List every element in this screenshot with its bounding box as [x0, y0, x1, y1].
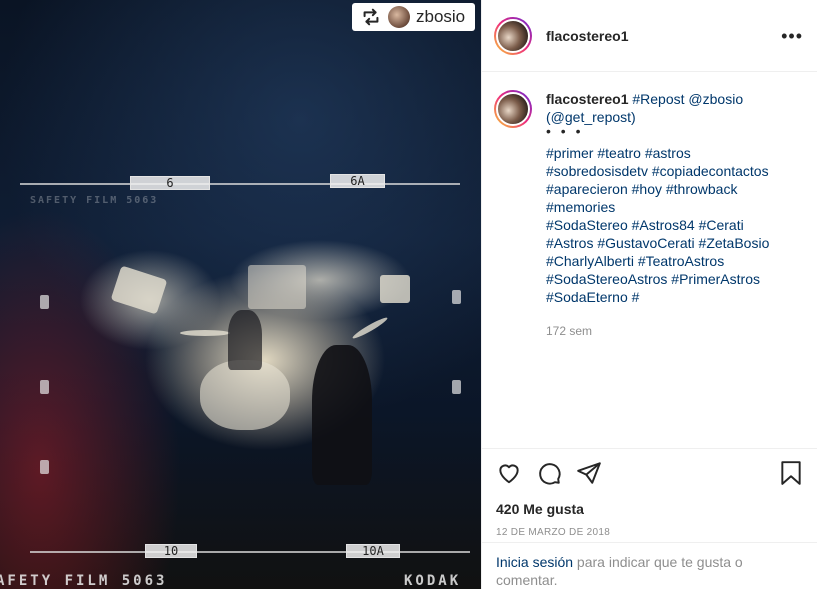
header-username[interactable]: flacostereo1 — [546, 28, 781, 44]
login-prompt: Inicia sesión para indicar que te gusta … — [482, 542, 817, 589]
hashtag-link[interactable]: #SodaStereoAstros — [546, 271, 667, 287]
hashtag-link[interactable]: #primer — [546, 145, 593, 161]
film-sprocket — [452, 380, 461, 394]
caption-username[interactable]: flacostereo1 — [546, 91, 628, 107]
avatar-image — [496, 18, 530, 53]
share-icon[interactable] — [576, 460, 602, 486]
film-line-bottom — [30, 551, 470, 553]
hashtag-link[interactable]: #GustavoCerati — [597, 235, 694, 251]
repost-user-avatar — [388, 6, 410, 28]
bookmark-icon[interactable] — [778, 460, 804, 486]
drum — [200, 360, 290, 430]
film-frame-label: 6 — [130, 176, 210, 190]
film-sprocket — [40, 460, 49, 474]
hashtag-link[interactable]: #throwback — [666, 181, 738, 197]
avatar-image — [496, 92, 530, 126]
film-edge-text: AFETY FILM 5063 — [0, 573, 168, 589]
hashtag-link[interactable]: #SodaStereo — [546, 217, 628, 233]
hashtag-link[interactable]: #Astros84 — [632, 217, 695, 233]
hashtag-link[interactable]: #ZetaBosio — [699, 235, 770, 251]
hashtag-link[interactable]: #hoy — [632, 181, 662, 197]
hashtag-link[interactable]: #Repost — [632, 91, 684, 107]
mention-link[interactable]: @zbosio — [688, 91, 743, 107]
avatar[interactable] — [494, 16, 532, 55]
stage-light — [380, 275, 410, 303]
hashtag-link[interactable]: #PrimerAstros — [671, 271, 760, 287]
repost-username: zbosio — [416, 7, 466, 26]
film-frame-label: 10 — [145, 544, 197, 558]
hashtag-block: #primer #teatro #astros #sobredosisdetv #… — [546, 145, 769, 305]
caption-section: flacostereo1 #Repost @zbosio (@get_repos… — [482, 72, 817, 448]
hashtag-link[interactable]: #copiadecontactos — [652, 163, 769, 179]
actions-section: 420 Me gusta 12 de marzo de 2018 — [482, 448, 817, 542]
caption-text: flacostereo1 #Repost @zbosio (@get_repos… — [546, 90, 806, 448]
hashtag-link[interactable]: #Astros — [546, 235, 593, 251]
caption-avatar[interactable] — [494, 90, 532, 128]
caption-dots: • • • — [546, 123, 584, 139]
heart-icon[interactable] — [496, 460, 522, 486]
hashtag-link[interactable]: #memories — [546, 199, 615, 215]
film-frame-label: 6A — [330, 174, 385, 188]
hashtag-link[interactable]: #astros — [645, 145, 691, 161]
stage-light — [248, 265, 306, 309]
drummer-silhouette — [228, 310, 262, 370]
cymbal — [180, 330, 230, 336]
hashtag-link[interactable]: #SodaEterno — [546, 289, 628, 305]
more-options-icon[interactable]: ••• — [781, 27, 803, 45]
hashtag-link[interactable]: #aparecieron — [546, 181, 628, 197]
caption-timestamp: 172 sem — [546, 324, 593, 338]
performer-silhouette — [312, 345, 372, 485]
film-edge-text: KODAK — [404, 573, 462, 589]
hashtag-link[interactable]: # — [632, 289, 640, 305]
film-sprocket — [40, 295, 49, 309]
hashtag-link[interactable]: #teatro — [597, 145, 641, 161]
comment-icon[interactable] — [536, 460, 562, 486]
hashtag-link[interactable]: #sobredosisdetv — [546, 163, 648, 179]
likes-count[interactable]: 420 Me gusta — [496, 501, 804, 517]
film-sprocket — [40, 380, 49, 394]
film-edge-text: SAFETY FILM 5063 — [30, 195, 159, 206]
post-date: 12 de marzo de 2018 — [496, 527, 611, 538]
cymbal — [351, 315, 389, 341]
hashtag-link[interactable]: #Cerati — [699, 217, 744, 233]
post-header: flacostereo1 ••• — [482, 0, 817, 72]
hashtag-link[interactable]: #TeatroAstros — [638, 253, 724, 269]
post-photo[interactable]: 6 6A SAFETY FILM 5063 10 10A AFETY FILM … — [0, 0, 481, 589]
login-link[interactable]: Inicia sesión — [496, 554, 573, 570]
repost-icon — [363, 8, 379, 26]
film-line-top — [20, 183, 460, 185]
film-frame-label: 10A — [346, 544, 400, 558]
film-sprocket — [452, 290, 461, 304]
hashtag-link[interactable]: #CharlyAlberti — [546, 253, 634, 269]
repost-badge[interactable]: zbosio — [352, 3, 476, 31]
action-icons-row — [496, 459, 804, 487]
post-side-panel: flacostereo1 ••• flacostereo1 #Repost @z… — [481, 0, 817, 589]
stage-light — [110, 265, 168, 315]
